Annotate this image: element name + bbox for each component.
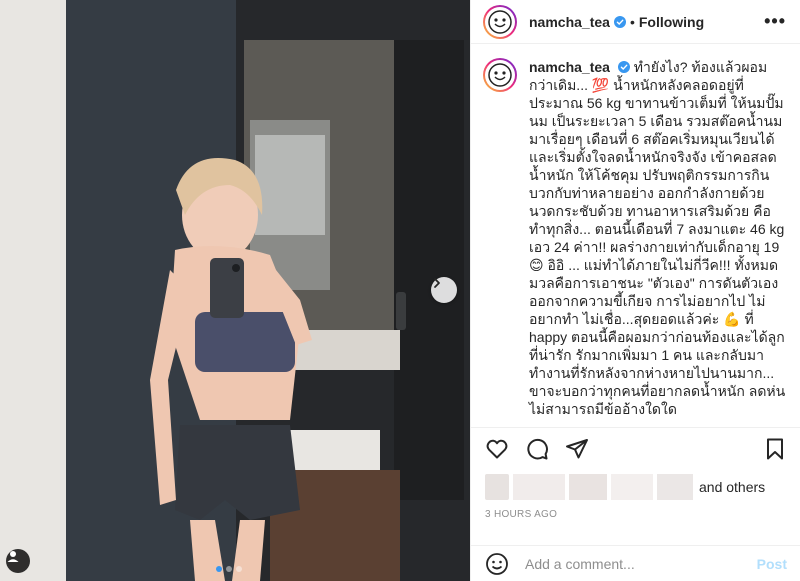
photo-illustration	[0, 0, 470, 581]
caption-username[interactable]: namcha_tea	[529, 59, 610, 75]
carousel-dot	[216, 566, 222, 572]
comment-icon[interactable]	[525, 437, 549, 461]
post-photo[interactable]	[0, 0, 470, 581]
caption-text: ทำยังไง? ท้องแล้วผอมกว่าเดิม... 💯 น้ำหนั…	[529, 59, 786, 417]
carousel-indicator	[216, 566, 242, 572]
paper-plane-icon[interactable]	[565, 437, 589, 461]
bookmark-icon[interactable]	[763, 437, 787, 461]
chevron-right-icon	[434, 278, 440, 288]
post-comment-button[interactable]: Post	[757, 556, 787, 572]
next-photo-button[interactable]	[431, 277, 457, 303]
blurred-liker-name	[611, 474, 653, 500]
comment-box: Post	[471, 545, 800, 581]
caption-body: namcha_tea ทำยังไง? ท้องแล้วผอมกว่าเดิม.…	[529, 58, 786, 426]
blurred-liker-avatar	[485, 474, 509, 500]
post-sidebar: namcha_tea • Following ••• namcha_tea ทำ…	[470, 0, 800, 581]
post-actions	[471, 427, 800, 469]
instagram-post-view: namcha_tea • Following ••• namcha_tea ทำ…	[0, 0, 800, 581]
carousel-dot	[236, 566, 242, 572]
avatar[interactable]	[483, 4, 517, 39]
verified-badge-icon	[613, 15, 626, 28]
blurred-liker-name	[513, 474, 565, 500]
user-tag-icon	[7, 551, 19, 562]
post-timestamp: 3 HOURS AGO	[485, 509, 558, 520]
avatar[interactable]	[483, 58, 517, 92]
blurred-liker-name	[657, 474, 693, 500]
verified-badge-icon	[617, 61, 630, 73]
following-button[interactable]: Following	[639, 14, 704, 30]
tagged-users-button[interactable]	[6, 549, 30, 573]
smiley-icon[interactable]	[485, 552, 509, 576]
blurred-liker-name	[569, 474, 607, 500]
caption: namcha_tea ทำยังไง? ท้องแล้วผอมกว่าเดิม.…	[471, 44, 800, 426]
carousel-dot	[226, 566, 232, 572]
heart-icon[interactable]	[485, 437, 509, 461]
likes-and-others[interactable]: and others	[699, 479, 765, 495]
likes-summary[interactable]: and others	[471, 470, 800, 504]
smiley-avatar-icon	[488, 9, 512, 34]
more-options-button[interactable]: •••	[764, 11, 786, 32]
header-username[interactable]: namcha_tea	[529, 14, 610, 30]
post-header: namcha_tea • Following •••	[471, 0, 800, 44]
smiley-avatar-icon	[488, 63, 512, 87]
header-separator: •	[629, 13, 635, 30]
comment-input[interactable]	[525, 555, 757, 572]
